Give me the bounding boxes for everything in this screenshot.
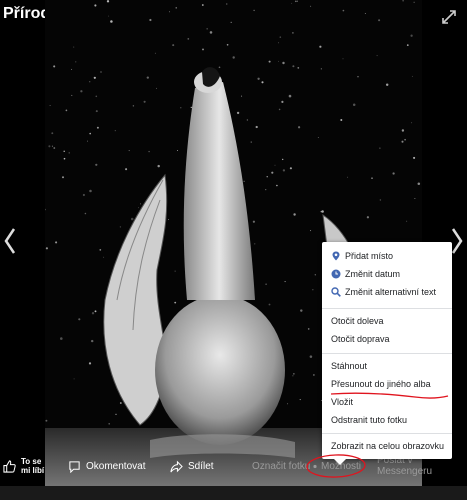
comment-label: Okomentovat xyxy=(86,460,146,472)
previous-photo-arrow-icon[interactable] xyxy=(3,226,17,256)
share-label: Sdílet xyxy=(188,460,214,472)
menu-separator xyxy=(322,308,452,309)
next-photo-arrow-icon[interactable] xyxy=(450,226,464,256)
menu-item-add-location[interactable]: Přidat místo xyxy=(322,247,452,265)
share-button[interactable]: Sdílet xyxy=(170,452,214,480)
menu-item-change-alt-text[interactable]: Změnit alternativní text xyxy=(322,283,452,301)
like-button[interactable]: To se mi líbí xyxy=(3,452,45,480)
menu-separator xyxy=(322,353,452,354)
annotation-circle xyxy=(306,454,366,478)
search-icon xyxy=(331,287,341,297)
menu-item-rotate-right[interactable]: Otočit doprava xyxy=(322,330,452,348)
expand-icon[interactable] xyxy=(441,9,457,25)
share-icon xyxy=(170,460,183,472)
menu-item-change-date[interactable]: Změnit datum xyxy=(322,265,452,283)
menu-item-download[interactable]: Stáhnout xyxy=(322,357,452,375)
comment-button[interactable]: Okomentovat xyxy=(68,452,145,480)
clock-icon xyxy=(331,269,341,279)
options-menu: Přidat místo Změnit datum Změnit alterna… xyxy=(322,242,452,459)
menu-item-rotate-left[interactable]: Otočit doleva xyxy=(322,312,452,330)
location-pin-icon xyxy=(332,251,340,261)
annotation-underline xyxy=(330,392,449,399)
thumbs-up-icon xyxy=(3,459,16,473)
like-label: To se mi líbí xyxy=(21,457,45,475)
bottom-strip xyxy=(0,486,467,500)
menu-item-delete-photo[interactable]: Odstranit tuto fotku xyxy=(322,411,452,429)
tag-photo-label: Označit fotku xyxy=(252,460,311,472)
tag-photo-button[interactable]: Označit fotku xyxy=(252,452,310,480)
menu-separator xyxy=(322,433,452,434)
comment-icon xyxy=(69,460,80,473)
